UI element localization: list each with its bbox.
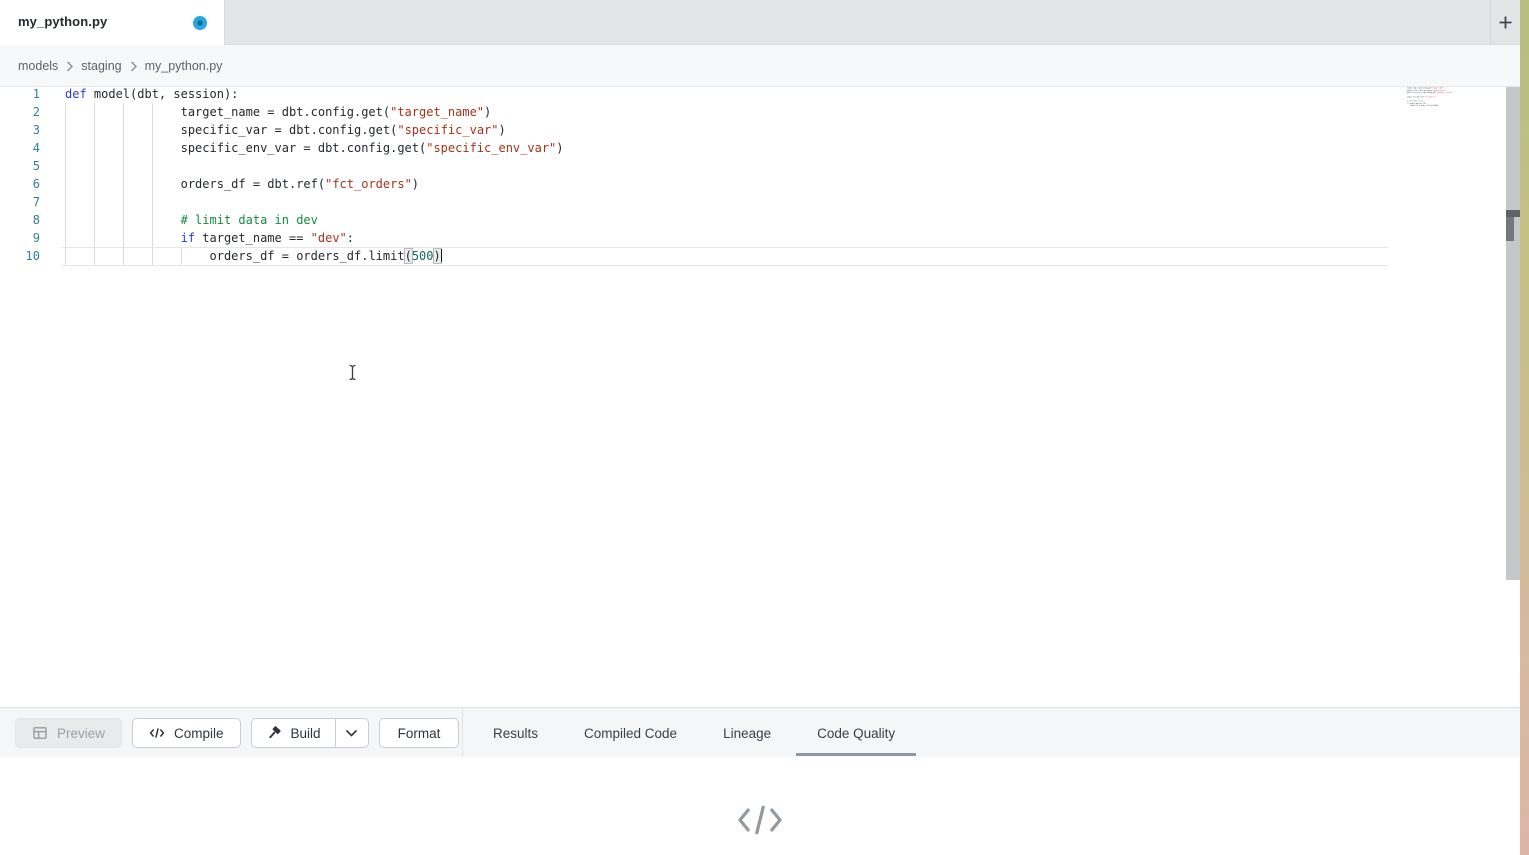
code-line-10[interactable]: 10 orders_df = orders_df.limit(500) (0, 247, 1520, 265)
breadcrumb-item-file[interactable]: my_python.py (145, 59, 223, 73)
code-line-5[interactable]: 5 (0, 157, 1520, 175)
scrollbar-cursor-marker (1506, 210, 1520, 217)
file-tab[interactable]: my_python.py (0, 0, 225, 45)
compile-button-label: Compile (174, 726, 224, 741)
indent-guide (65, 157, 66, 175)
breadcrumb: models staging my_python.py (18, 45, 222, 87)
code-line-10: orders_df = orders_df.limit(500) (1393, 104, 1460, 106)
chevron-right-icon (66, 61, 73, 72)
table-icon (32, 725, 48, 741)
line-number: 5 (0, 157, 40, 175)
build-button-group: Build (251, 718, 369, 748)
panel-content (0, 757, 1520, 855)
code-empty-state-icon (737, 803, 783, 837)
code-line-2[interactable]: 2 target_name = dbt.config.get("target_n… (0, 103, 1520, 121)
indent-guide (152, 157, 153, 175)
mouse-ibeam-cursor-icon (347, 364, 358, 381)
desktop-wallpaper-edge (1520, 0, 1529, 855)
line-number: 10 (0, 247, 40, 265)
tab-bar: my_python.py (0, 0, 1520, 45)
code-line-3[interactable]: 3 specific_var = dbt.config.get("specifi… (0, 121, 1520, 139)
indent-guide (123, 157, 124, 175)
text-cursor (441, 249, 442, 262)
build-button-label: Build (291, 726, 321, 741)
tab-compiled-code[interactable]: Compiled Code (561, 708, 700, 758)
line-number: 4 (0, 139, 40, 157)
format-button[interactable]: Format (379, 718, 460, 748)
compile-button[interactable]: Compile (132, 718, 241, 748)
hammer-icon (266, 725, 282, 741)
file-tab-title: my_python.py (18, 14, 107, 29)
indent-guide (94, 193, 95, 211)
build-button[interactable]: Build (251, 718, 336, 748)
build-dropdown-button[interactable] (336, 718, 369, 748)
preview-button[interactable]: Preview (15, 718, 122, 748)
code-line-9[interactable]: 9 if target_name == "dev": (0, 229, 1520, 247)
code-editor[interactable]: 1def model(dbt, session):2 target_name =… (0, 87, 1520, 707)
new-tab-button[interactable] (1490, 0, 1520, 45)
code-icon (149, 725, 165, 741)
line-number: 3 (0, 121, 40, 139)
code-line-1[interactable]: 1def model(dbt, session): (0, 87, 1520, 103)
format-button-label: Format (398, 726, 441, 741)
line-number: 7 (0, 193, 40, 211)
scrollbar-thumb[interactable] (1506, 217, 1514, 241)
ide-window: my_python.py models staging my_python.py… (0, 0, 1529, 855)
minimap[interactable]: def model(dbt, session): target_name = d… (1393, 87, 1460, 107)
line-number: 6 (0, 175, 40, 193)
breadcrumb-item-staging[interactable]: staging (81, 59, 121, 73)
chevron-right-icon (130, 61, 137, 72)
line-number: 2 (0, 103, 40, 121)
unsaved-changes-dot-icon (193, 16, 207, 30)
toolbar-buttons: Preview Compile Build (15, 718, 459, 748)
line-number: 8 (0, 211, 40, 229)
tab-results[interactable]: Results (470, 708, 561, 758)
code-lines: 1def model(dbt, session):2 target_name =… (0, 87, 1520, 265)
panel-tabs: Results Compiled Code Lineage Code Quali… (470, 708, 918, 758)
code-line-4[interactable]: 4 specific_env_var = dbt.config.get("spe… (0, 139, 1520, 157)
tab-lineage[interactable]: Lineage (700, 708, 794, 758)
indent-guide (94, 157, 95, 175)
tab-code-quality[interactable]: Code Quality (794, 708, 918, 758)
line-number: 1 (0, 87, 40, 103)
indent-guide (152, 193, 153, 211)
indent-guide (123, 193, 124, 211)
indent-guide (65, 193, 66, 211)
bottom-toolbar: Preview Compile Build (0, 707, 1520, 757)
toolbar-divider (462, 708, 463, 758)
editor-scrollbar[interactable] (1506, 87, 1520, 580)
breadcrumb-item-models[interactable]: models (18, 59, 58, 73)
breadcrumb-bar: models staging my_python.py Save (0, 45, 1520, 87)
plus-icon (1498, 15, 1513, 30)
line-number: 9 (0, 229, 40, 247)
preview-button-label: Preview (57, 726, 105, 741)
code-line-7[interactable]: 7 (0, 193, 1520, 211)
chevron-down-icon (345, 729, 358, 737)
code-line-8[interactable]: 8 # limit data in dev (0, 211, 1520, 229)
code-line-6[interactable]: 6 orders_df = dbt.ref("fct_orders") (0, 175, 1520, 193)
